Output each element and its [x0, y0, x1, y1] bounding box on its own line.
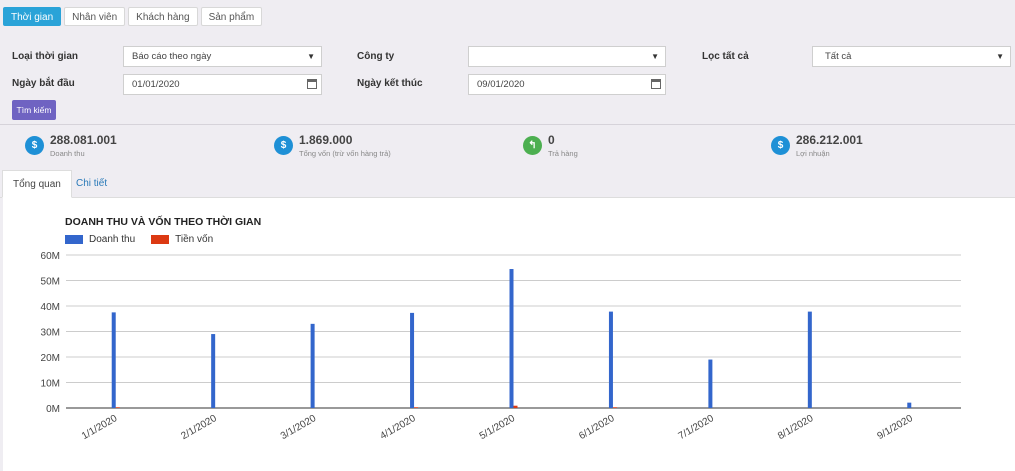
bar-revenue: [111, 312, 116, 408]
dollar-icon: $: [274, 136, 293, 155]
report-type-tabs: Thời gian Nhân viên Khách hàng Sản phẩm: [3, 7, 263, 26]
filter-panel: Loại thời gian Báo cáo theo ngày ▼ Công …: [0, 38, 1015, 124]
dollar-icon: $: [25, 136, 44, 155]
tab-employee[interactable]: Nhân viên: [64, 7, 126, 26]
company-label: Công ty: [357, 51, 395, 62]
filter-all-label: Lọc tất cả: [702, 51, 749, 62]
bar-cost: [612, 407, 617, 408]
x-tick-label: 8/1/2020: [776, 413, 816, 442]
dollar-icon: $: [771, 136, 790, 155]
bar-cost: [513, 405, 518, 408]
chevron-down-icon: ▼: [307, 52, 315, 61]
start-date-label: Ngày bắt đầu: [12, 78, 75, 89]
company-select[interactable]: ▼: [468, 46, 666, 67]
tab-overview[interactable]: Tổng quan: [2, 170, 72, 198]
y-tick-label: 50M: [41, 277, 60, 288]
x-tick-label: 3/1/2020: [279, 413, 319, 442]
x-tick-label: 2/1/2020: [179, 413, 219, 442]
stat-value: 0: [548, 133, 555, 147]
return-icon: ↰: [523, 136, 542, 155]
chevron-down-icon: ▼: [996, 52, 1004, 61]
bar-cost: [414, 407, 419, 408]
bar-revenue: [211, 334, 216, 408]
tab-detail[interactable]: Chi tiết: [66, 170, 117, 198]
x-tick-label: 1/1/2020: [80, 413, 120, 442]
y-tick-label: 10M: [41, 379, 60, 390]
chart-panel: DOANH THU VÀ VỐN THEO THỜI GIAN Doanh th…: [3, 198, 1015, 471]
search-button[interactable]: Tìm kiếm: [12, 100, 56, 120]
time-type-value: Báo cáo theo ngày: [132, 51, 212, 62]
stat-value: 1.869.000: [299, 133, 353, 147]
stat-label: Trả hàng: [548, 149, 578, 158]
end-date-label: Ngày kết thúc: [357, 78, 423, 89]
stat-label: Tổng vốn (trừ vốn hàng trả): [299, 149, 391, 158]
summary-bar: $ 288.081.001 Doanh thu $ 1.869.000 Tổng…: [0, 124, 1015, 169]
bar-cost: [115, 407, 120, 408]
x-tick-label: 9/1/2020: [876, 413, 916, 442]
stat-label: Lợi nhuận: [796, 149, 830, 158]
y-tick-label: 20M: [41, 353, 60, 364]
calendar-icon[interactable]: [307, 79, 317, 89]
stat-value: 288.081.001: [50, 133, 117, 147]
bar-revenue: [410, 312, 415, 408]
bar-revenue: [807, 311, 812, 408]
x-tick-label: 7/1/2020: [677, 413, 717, 442]
y-tick-label: 60M: [41, 251, 60, 262]
y-tick-label: 30M: [41, 328, 60, 339]
end-date-value: 09/01/2020: [477, 79, 525, 90]
y-tick-label: 40M: [41, 302, 60, 313]
filter-all-select[interactable]: Tất cả ▼: [812, 46, 1011, 67]
start-date-value: 01/01/2020: [132, 79, 180, 90]
tab-customer[interactable]: Khách hàng: [128, 7, 198, 26]
time-type-label: Loại thời gian: [12, 51, 78, 62]
time-type-select[interactable]: Báo cáo theo ngày ▼: [123, 46, 322, 67]
x-tick-label: 4/1/2020: [378, 413, 418, 442]
bar-revenue: [509, 269, 514, 408]
stat-value: 286.212.001: [796, 133, 863, 147]
x-tick-label: 6/1/2020: [577, 413, 617, 442]
end-date-input[interactable]: 09/01/2020: [468, 74, 666, 95]
tab-product[interactable]: Sản phẩm: [200, 7, 263, 26]
x-tick-label: 5/1/2020: [478, 413, 518, 442]
y-tick-label: 0M: [46, 404, 60, 415]
tab-time[interactable]: Thời gian: [3, 7, 62, 26]
start-date-input[interactable]: 01/01/2020: [123, 74, 322, 95]
bar-revenue: [907, 402, 912, 408]
bar-revenue: [708, 359, 713, 408]
chevron-down-icon: ▼: [651, 52, 659, 61]
calendar-icon[interactable]: [651, 79, 661, 89]
filter-all-value: Tất cả: [825, 51, 852, 62]
view-tabs: Tổng quan Chi tiết: [0, 170, 1015, 198]
bar-revenue: [310, 323, 315, 408]
bar-chart: 0M 10M 20M 30M 40M 50M 60M 1/1/2020 2/1/2020 3/1/…: [41, 251, 961, 442]
stat-label: Doanh thu: [50, 149, 85, 158]
bar-revenue: [608, 311, 613, 408]
